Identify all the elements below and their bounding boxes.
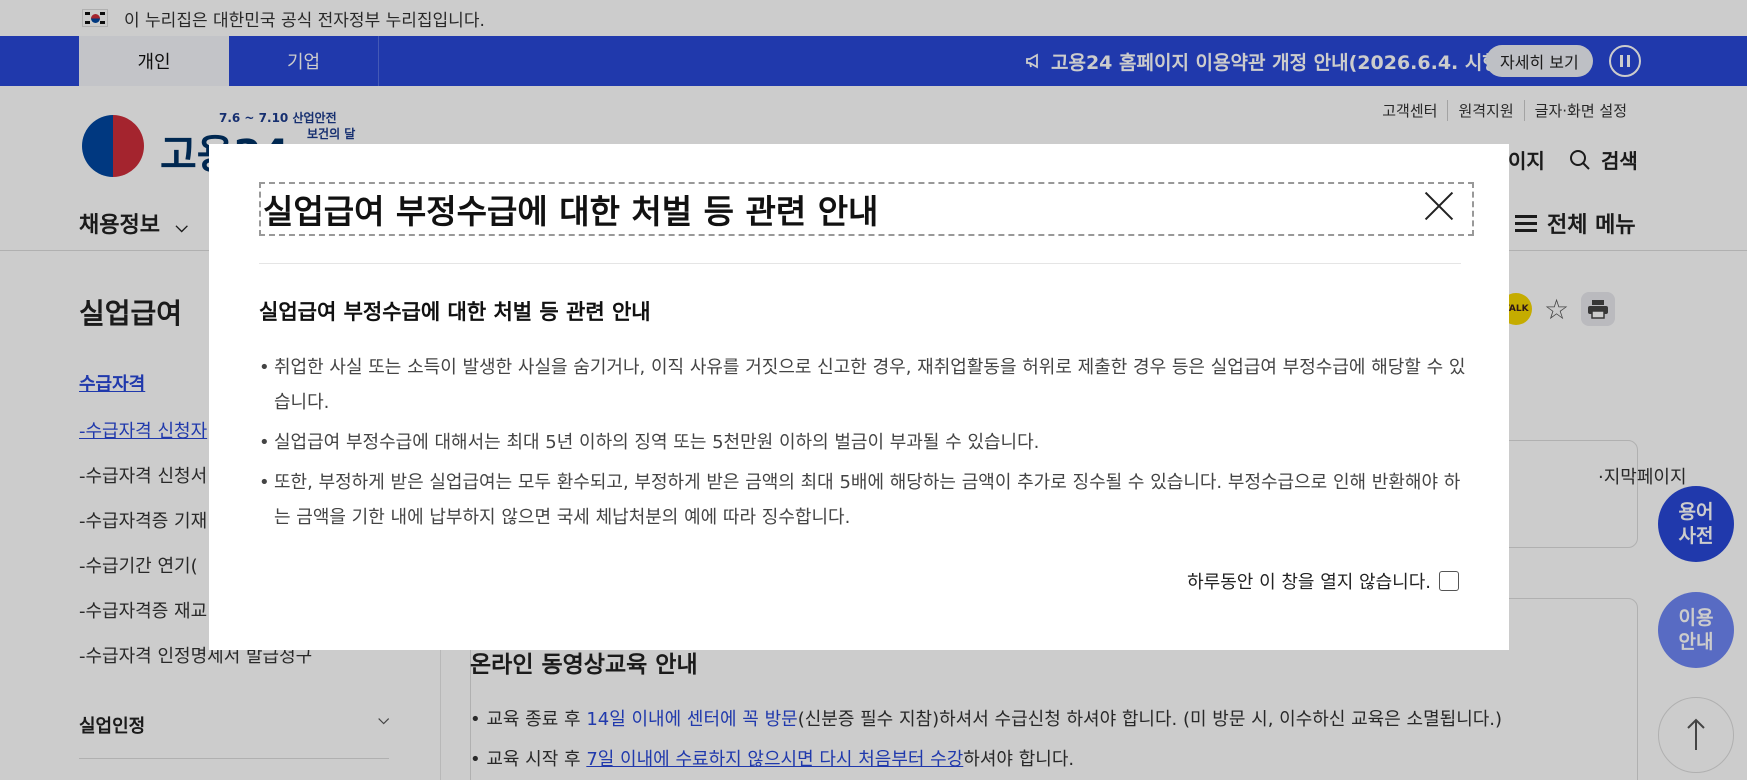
modal-divider: [259, 263, 1461, 264]
modal-subtitle: 실업급여 부정수급에 대한 처벌 등 관련 안내: [259, 300, 651, 324]
modal-list: 취업한 사실 또는 소득이 발생한 사실을 숨기거나, 이직 사유를 거짓으로 …: [259, 350, 1469, 540]
modal-list-item: 취업한 사실 또는 소득이 발생한 사실을 숨기거나, 이직 사유를 거짓으로 …: [259, 350, 1469, 420]
dont-show-today-option[interactable]: 하루동안 이 창을 열지 않습니다.: [1187, 568, 1459, 594]
modal-list-item: 또한, 부정하게 받은 실업급여는 모두 환수되고, 부정하게 받은 금액의 최…: [259, 465, 1469, 535]
modal-list-item: 실업급여 부정수급에 대해서는 최대 5년 이하의 징역 또는 5천만원 이하의…: [259, 425, 1469, 460]
modal-title: 실업급여 부정수급에 대한 처벌 등 관련 안내: [259, 182, 1474, 236]
dont-show-today-checkbox[interactable]: [1439, 571, 1459, 591]
dont-show-today-label: 하루동안 이 창을 열지 않습니다.: [1187, 572, 1431, 593]
close-icon[interactable]: [1422, 189, 1456, 223]
notice-modal: 실업급여 부정수급에 대한 처벌 등 관련 안내 실업급여 부정수급에 대한 처…: [209, 144, 1509, 650]
